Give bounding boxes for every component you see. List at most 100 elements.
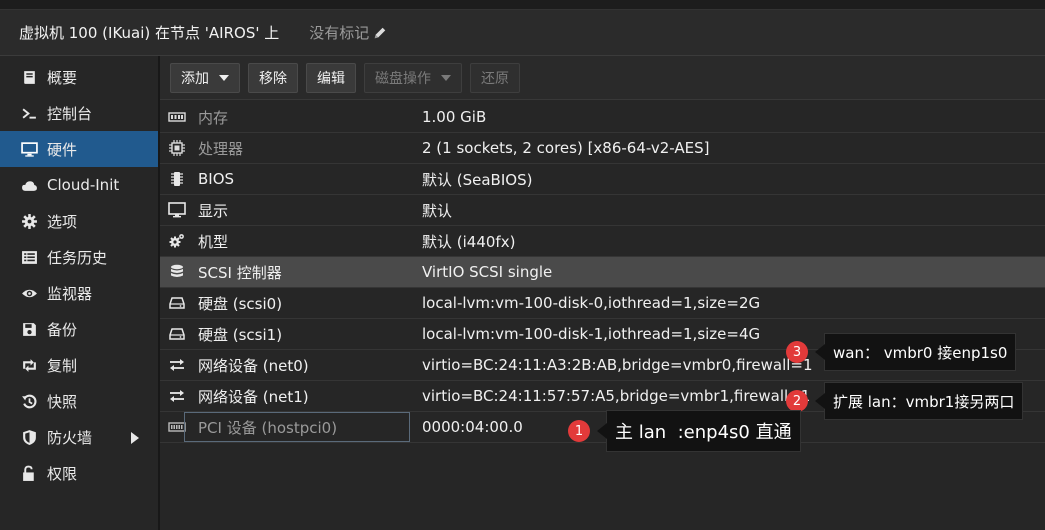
floppy-icon bbox=[19, 319, 39, 339]
sidebar-item-firewall[interactable]: 防火墙 bbox=[0, 419, 158, 455]
hardware-name: 网络设备 (net1) bbox=[198, 387, 309, 406]
hardware-name: 显示 bbox=[198, 201, 229, 220]
history-icon bbox=[19, 391, 39, 411]
hardware-name: 机型 bbox=[198, 232, 229, 251]
sidebar: 概要 控制台 硬件 Cloud-Init 选项 任务历史 监视器 备份 复制 快… bbox=[0, 56, 158, 530]
title-bar: 虚拟机 100 (IKuai) 在节点 'AIROS' 上 没有标记 bbox=[0, 10, 1045, 56]
hardware-name: 硬盘 (scsi0) bbox=[198, 294, 283, 313]
hardware-row-display[interactable]: 显示 默认 bbox=[160, 195, 1045, 226]
annotation-wan: 3 wan： vmbr0 接enp1s0 bbox=[786, 333, 1017, 371]
sidebar-item-label: 防火墙 bbox=[47, 428, 93, 447]
list-icon bbox=[19, 247, 39, 267]
hardware-value: 默认 (SeaBIOS) bbox=[422, 170, 533, 189]
tags-label: 没有标记 bbox=[309, 24, 370, 42]
annotation-label: wan： vmbr0 接enp1s0 bbox=[824, 333, 1017, 371]
annotation-ext-lan: 2 扩展 lan：vmbr1接另两口 bbox=[786, 382, 1024, 420]
memory-icon bbox=[160, 108, 194, 126]
sidebar-item-console[interactable]: 控制台 bbox=[0, 95, 158, 131]
sidebar-item-permissions[interactable]: 权限 bbox=[0, 455, 158, 491]
sidebar-item-label: 任务历史 bbox=[47, 248, 108, 267]
add-button[interactable]: 添加 bbox=[170, 62, 240, 93]
annotation-badge: 2 bbox=[786, 390, 808, 412]
sidebar-item-summary[interactable]: 概要 bbox=[0, 59, 158, 95]
sidebar-item-task-history[interactable]: 任务历史 bbox=[0, 239, 158, 275]
sidebar-item-label: 硬件 bbox=[47, 140, 78, 159]
cogs-icon bbox=[160, 232, 194, 250]
hardware-row-disk-scsi0[interactable]: 硬盘 (scsi0) local-lvm:vm-100-disk-0,iothr… bbox=[160, 288, 1045, 319]
monitor-icon bbox=[19, 139, 39, 159]
hardware-value: 1.00 GiB bbox=[422, 108, 487, 126]
hardware-value: local-lvm:vm-100-disk-1,iothread=1,size=… bbox=[422, 325, 761, 343]
database-icon bbox=[160, 263, 194, 281]
hardware-value: 默认 bbox=[422, 201, 453, 220]
sidebar-item-label: 权限 bbox=[47, 464, 78, 483]
sidebar-item-backup[interactable]: 备份 bbox=[0, 311, 158, 347]
toolbar: 添加 移除 编辑 磁盘操作 还原 bbox=[160, 56, 1045, 100]
retweet-icon bbox=[19, 355, 39, 375]
hardware-name: 内存 bbox=[198, 108, 229, 127]
edit-button-label: 编辑 bbox=[317, 70, 345, 87]
top-strip bbox=[0, 0, 1045, 10]
hardware-value: local-lvm:vm-100-disk-0,iothread=1,size=… bbox=[422, 294, 761, 312]
eye-icon bbox=[19, 283, 39, 303]
hardware-name: BIOS bbox=[198, 170, 235, 188]
pencil-icon bbox=[375, 27, 386, 38]
hardware-value: VirtIO SCSI single bbox=[422, 263, 553, 281]
hardware-row-bios[interactable]: BIOS 默认 (SeaBIOS) bbox=[160, 164, 1045, 195]
chevron-down-icon bbox=[219, 74, 229, 81]
sidebar-item-label: 备份 bbox=[47, 320, 78, 339]
chevron-down-icon bbox=[441, 74, 451, 81]
hardware-name: 网络设备 (net0) bbox=[198, 356, 309, 375]
sidebar-item-label: 复制 bbox=[47, 356, 78, 375]
terminal-icon bbox=[19, 103, 39, 123]
annotation-badge: 3 bbox=[786, 341, 808, 363]
exchange-icon bbox=[160, 387, 194, 405]
sidebar-item-snapshots[interactable]: 快照 bbox=[0, 383, 158, 419]
sidebar-item-label: 控制台 bbox=[47, 104, 93, 123]
gear-icon bbox=[19, 211, 39, 231]
hardware-row-memory[interactable]: 内存 1.00 GiB bbox=[160, 102, 1045, 133]
hardware-name: 硬盘 (scsi1) bbox=[198, 325, 283, 344]
hardware-value: 2 (1 sockets, 2 cores) [x86-64-v2-AES] bbox=[422, 139, 710, 157]
sidebar-item-hardware[interactable]: 硬件 bbox=[0, 131, 158, 167]
display-icon bbox=[160, 201, 194, 219]
sidebar-item-label: Cloud-Init bbox=[47, 176, 120, 194]
remove-button[interactable]: 移除 bbox=[248, 62, 298, 93]
sidebar-item-label: 选项 bbox=[47, 212, 78, 231]
pci-icon bbox=[160, 418, 194, 436]
annotation-label: 扩展 lan：vmbr1接另两口 bbox=[824, 382, 1024, 420]
revert-button-label: 还原 bbox=[481, 70, 509, 87]
disk-action-button-label: 磁盘操作 bbox=[375, 70, 431, 87]
sidebar-item-label: 监视器 bbox=[47, 284, 93, 303]
hardware-value: virtio=BC:24:11:57:57:A5,bridge=vmbr1,fi… bbox=[422, 387, 811, 405]
unlock-icon bbox=[19, 463, 39, 483]
hardware-name: SCSI 控制器 bbox=[198, 263, 282, 282]
hardware-row-processor[interactable]: 处理器 2 (1 sockets, 2 cores) [x86-64-v2-AE… bbox=[160, 133, 1045, 164]
shield-icon bbox=[19, 427, 39, 447]
hdd-icon bbox=[160, 294, 194, 312]
exchange-icon bbox=[160, 356, 194, 374]
hardware-name: PCI 设备 (hostpci0) bbox=[198, 418, 338, 437]
hardware-value: virtio=BC:24:11:A3:2B:AB,bridge=vmbr0,fi… bbox=[422, 356, 813, 374]
submenu-arrow-icon[interactable] bbox=[130, 430, 140, 448]
edit-button[interactable]: 编辑 bbox=[306, 62, 356, 93]
sidebar-item-replication[interactable]: 复制 bbox=[0, 347, 158, 383]
cpu-icon bbox=[160, 139, 194, 157]
hardware-row-scsi-controller[interactable]: SCSI 控制器 VirtIO SCSI single bbox=[160, 257, 1045, 288]
sidebar-item-label: 概要 bbox=[47, 68, 78, 87]
tags-editor[interactable]: 没有标记 bbox=[309, 22, 387, 43]
revert-button[interactable]: 还原 bbox=[470, 62, 520, 93]
sidebar-item-options[interactable]: 选项 bbox=[0, 203, 158, 239]
annotation-main-lan: 1 主 lan :enp4s0 直通 bbox=[568, 410, 801, 452]
sidebar-item-label: 快照 bbox=[47, 392, 78, 411]
cloud-icon bbox=[19, 175, 39, 195]
sidebar-item-monitor[interactable]: 监视器 bbox=[0, 275, 158, 311]
page-title: 虚拟机 100 (IKuai) 在节点 'AIROS' 上 bbox=[19, 24, 280, 42]
sidebar-item-cloud-init[interactable]: Cloud-Init bbox=[0, 167, 158, 203]
annotation-badge: 1 bbox=[568, 420, 590, 442]
hardware-name: 处理器 bbox=[198, 139, 244, 158]
disk-action-button[interactable]: 磁盘操作 bbox=[364, 62, 462, 93]
remove-button-label: 移除 bbox=[259, 70, 287, 87]
hdd-icon bbox=[160, 325, 194, 343]
hardware-row-machine[interactable]: 机型 默认 (i440fx) bbox=[160, 226, 1045, 257]
